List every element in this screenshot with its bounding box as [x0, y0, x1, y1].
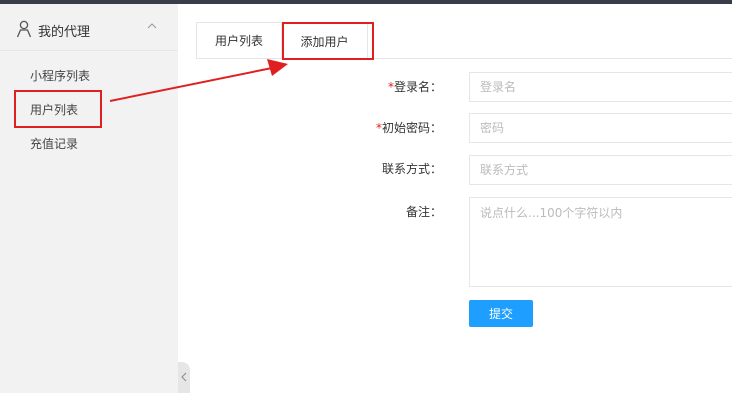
- annotation-highlight-add-user-tab: [282, 22, 374, 60]
- login-name-label: *登录名：: [387, 80, 442, 94]
- contact-label: 联系方式：: [381, 162, 442, 176]
- password-input[interactable]: [469, 113, 732, 143]
- remark-label: 备注：: [405, 205, 442, 219]
- chevron-left-icon: [181, 372, 187, 382]
- sidebar-collapse-handle[interactable]: [178, 362, 190, 393]
- login-name-input[interactable]: [469, 72, 732, 102]
- user-icon: [16, 20, 32, 38]
- tab-bar: 用户列表 添加用户: [196, 22, 732, 59]
- initial-password-label: *初始密码：: [375, 121, 442, 135]
- sidebar-item-recharge-records[interactable]: 充值记录: [30, 135, 78, 152]
- tab-user-list[interactable]: 用户列表: [196, 22, 282, 58]
- chevron-up-icon[interactable]: [146, 20, 158, 32]
- sidebar-divider: [0, 50, 178, 51]
- contact-input[interactable]: [469, 155, 732, 185]
- sidebar: 我的代理 小程序列表 用户列表 充值记录: [0, 4, 178, 393]
- submit-button[interactable]: 提交: [469, 300, 533, 327]
- sidebar-group-header[interactable]: 我的代理: [0, 18, 178, 44]
- sidebar-item-miniprogram-list[interactable]: 小程序列表: [30, 67, 90, 84]
- annotation-highlight-user-list: [14, 90, 102, 128]
- remark-textarea[interactable]: [469, 197, 732, 287]
- sidebar-title: 我的代理: [38, 25, 91, 40]
